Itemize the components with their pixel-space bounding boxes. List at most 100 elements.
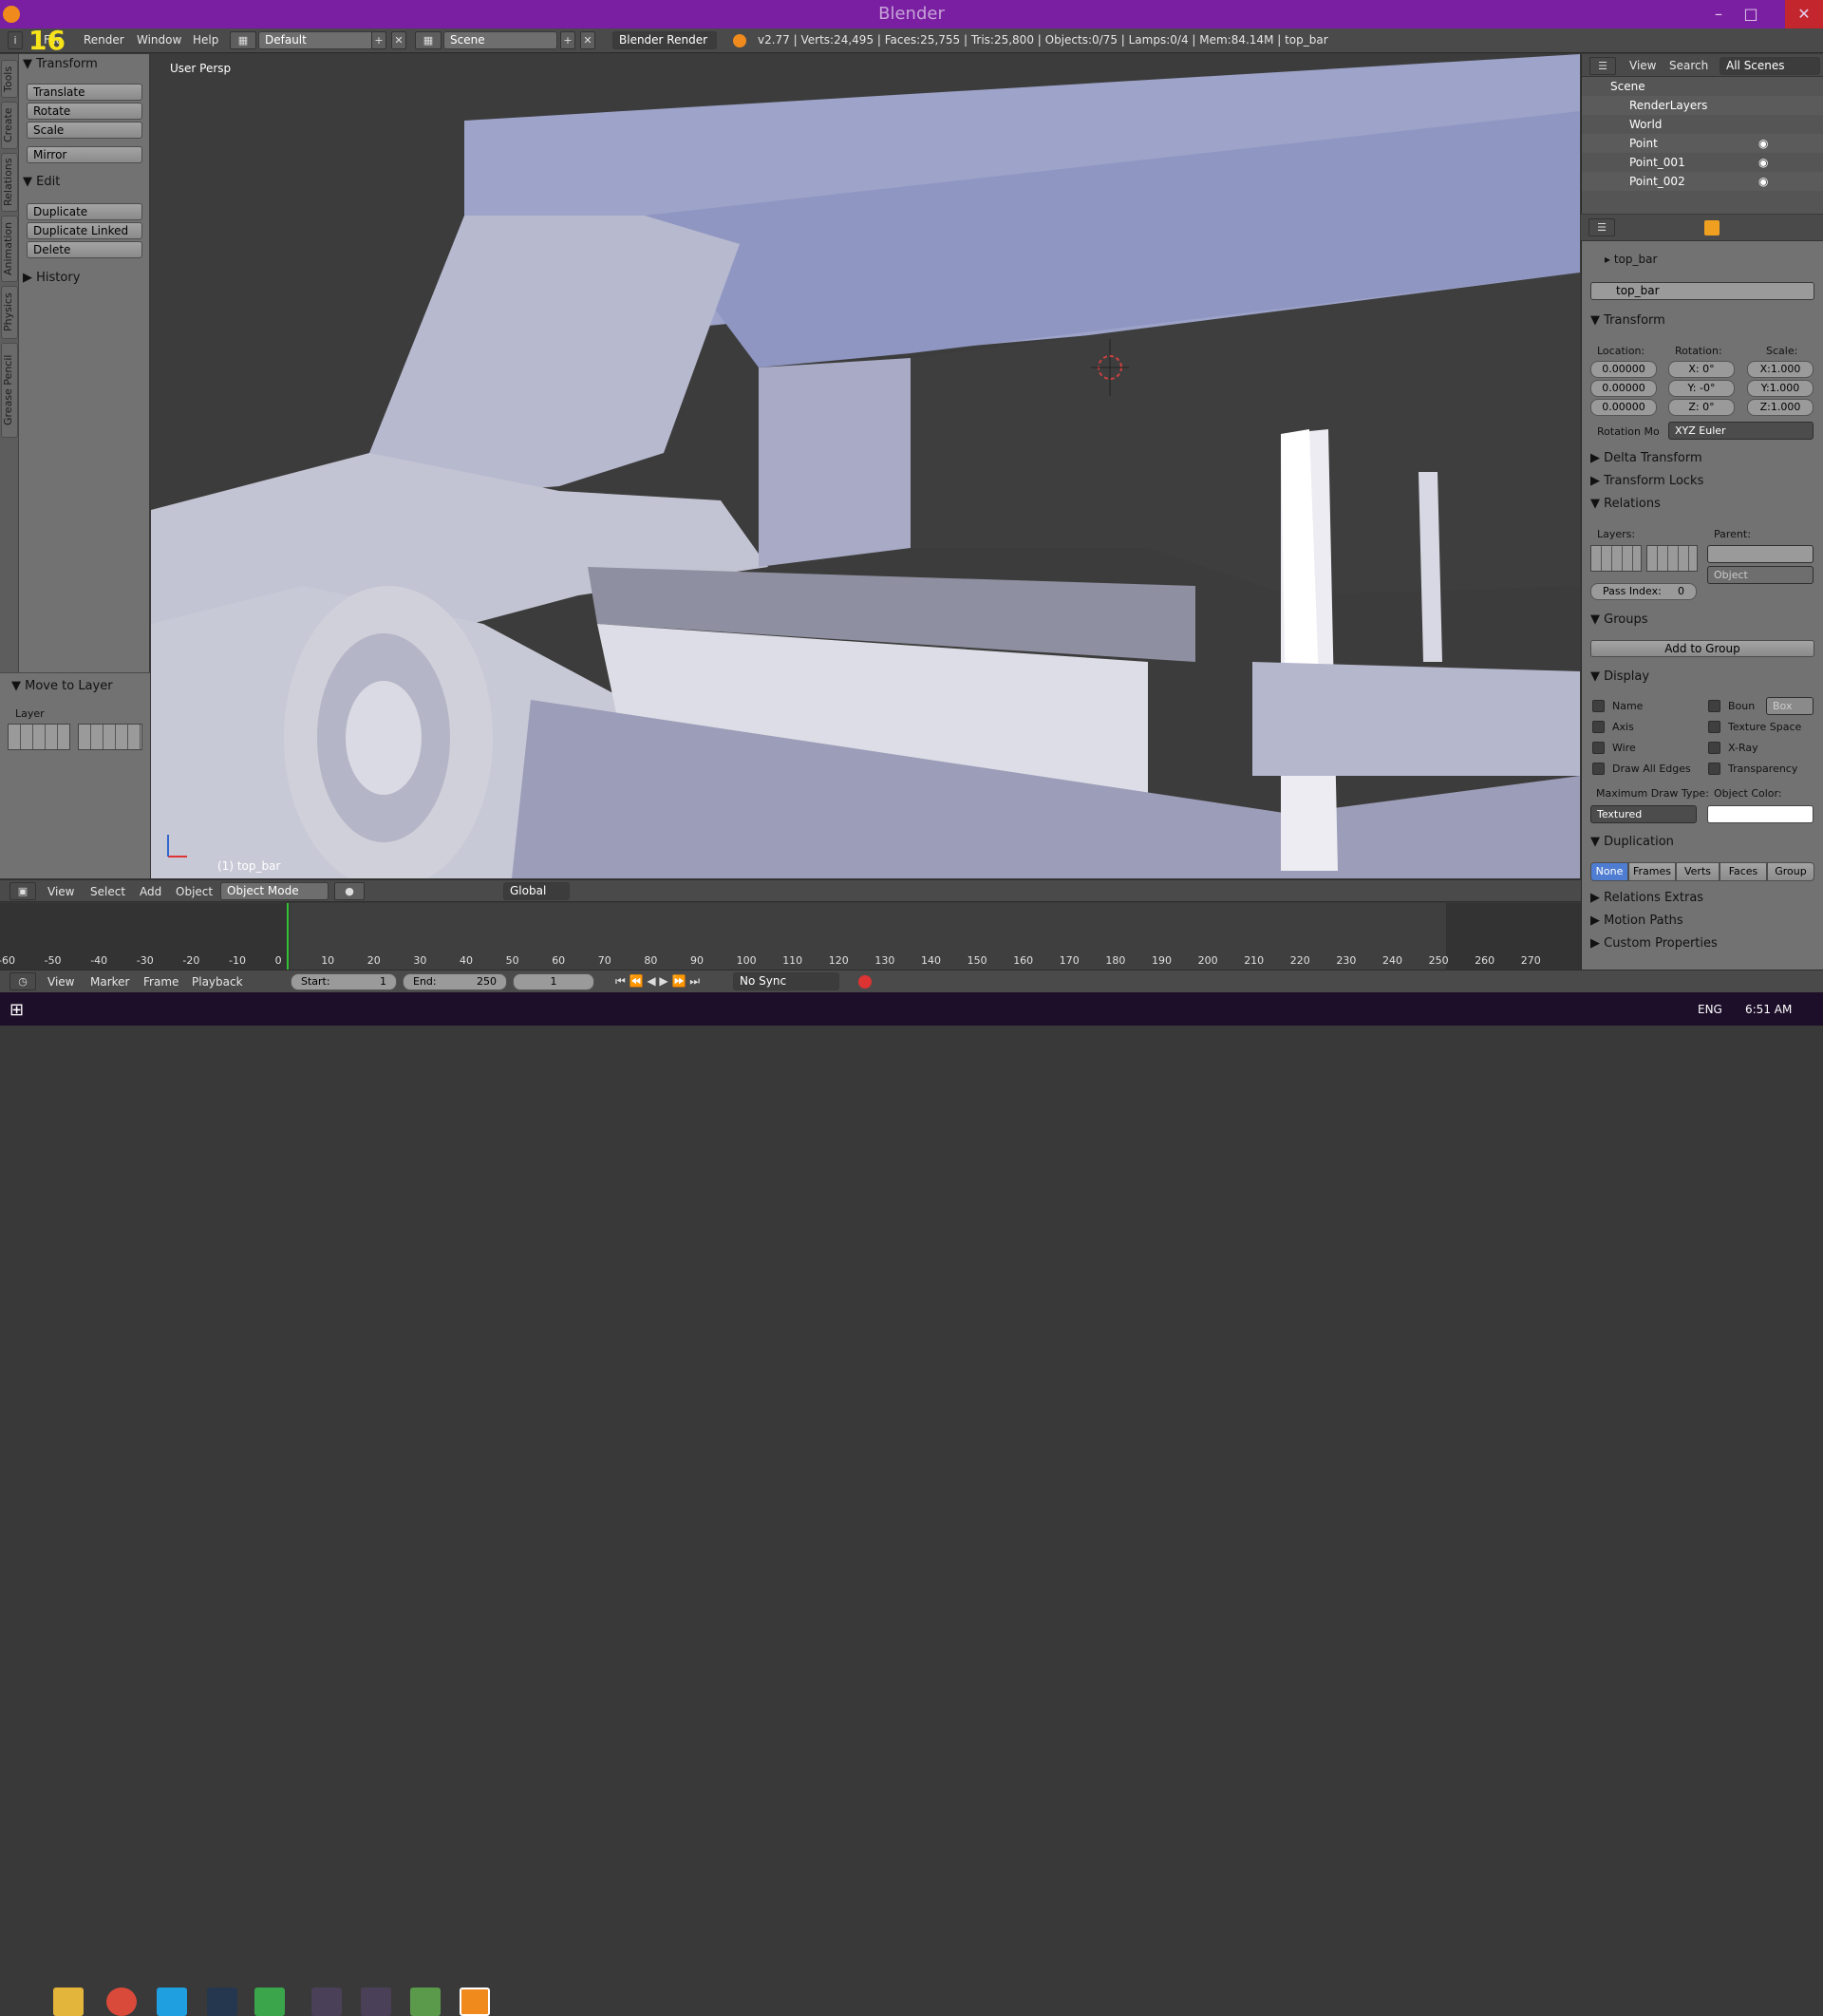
- outliner-row-point-001[interactable]: Point_001 ◉: [1582, 153, 1823, 172]
- delete-button[interactable]: Delete: [27, 241, 142, 258]
- properties-editor-icon[interactable]: ☰: [1588, 218, 1615, 236]
- skype-icon[interactable]: [157, 1988, 187, 2016]
- layout-remove-icon[interactable]: ✕: [391, 31, 406, 49]
- start-icon[interactable]: ⊞: [9, 1000, 24, 1020]
- bounds-checkbox[interactable]: [1708, 700, 1720, 712]
- outliner-row-point-002[interactable]: Point_002 ◉: [1582, 172, 1823, 191]
- viewport-shading-icon[interactable]: ●: [334, 882, 365, 900]
- outliner-row-point[interactable]: Point ◉: [1582, 134, 1823, 153]
- menu-help[interactable]: Help: [193, 33, 218, 47]
- playback-controls[interactable]: ⏮ ⏪ ◀ ▶ ⏩ ⏭: [615, 974, 710, 990]
- bounds-type-select[interactable]: Box: [1766, 697, 1814, 715]
- outliner-scope-select[interactable]: All Scenes: [1720, 57, 1820, 75]
- tab-relations[interactable]: Relations: [1, 153, 18, 212]
- sync-select[interactable]: No Sync: [733, 972, 839, 990]
- object-name-field[interactable]: top_bar: [1590, 282, 1814, 300]
- parent-field[interactable]: [1707, 545, 1814, 563]
- mirror-button[interactable]: Mirror: [27, 146, 142, 163]
- close-icon[interactable]: ✕: [1785, 0, 1823, 28]
- app-icon-4[interactable]: [410, 1988, 441, 2016]
- scale-z-field[interactable]: Z:1.000: [1747, 399, 1814, 416]
- layer-grid-right[interactable]: [78, 724, 142, 750]
- layer-grid-left[interactable]: [8, 724, 70, 750]
- duplication-header[interactable]: ▼ Duplication: [1590, 833, 1823, 852]
- location-y-field[interactable]: 0.00000: [1590, 380, 1657, 397]
- edit-panel-header[interactable]: ▼ Edit: [23, 173, 146, 192]
- app-icon-2[interactable]: [311, 1988, 342, 2016]
- xray-checkbox[interactable]: [1708, 742, 1720, 754]
- menu-add[interactable]: Add: [140, 885, 161, 898]
- move-to-layer-header[interactable]: ▼ Move to Layer: [11, 679, 113, 693]
- parent-type-select[interactable]: Object: [1707, 566, 1814, 584]
- object-layers-left[interactable]: [1590, 545, 1642, 572]
- chrome-icon[interactable]: [106, 1988, 137, 2016]
- outliner-menu-view[interactable]: View: [1629, 59, 1656, 72]
- translate-button[interactable]: Translate: [27, 84, 142, 101]
- file-explorer-icon[interactable]: [53, 1988, 84, 2016]
- timeline-editor-icon[interactable]: ◷: [9, 972, 36, 990]
- maximize-icon[interactable]: □: [1735, 0, 1767, 28]
- tab-grease-pencil[interactable]: Grease Pencil: [1, 343, 18, 438]
- location-z-field[interactable]: 0.00000: [1590, 399, 1657, 416]
- render-engine-select[interactable]: Blender Render: [612, 31, 717, 49]
- steam-icon[interactable]: [207, 1988, 237, 2016]
- scale-button[interactable]: Scale: [27, 122, 142, 139]
- scene-browse-icon[interactable]: ▦: [415, 31, 442, 49]
- duplication-none-button[interactable]: None: [1590, 862, 1628, 881]
- app-icon-3[interactable]: [361, 1988, 391, 2016]
- minimize-icon[interactable]: –: [1702, 0, 1735, 28]
- duplicate-linked-button[interactable]: Duplicate Linked: [27, 222, 142, 239]
- menu-view[interactable]: View: [47, 885, 74, 898]
- duplication-group-button[interactable]: Group: [1767, 862, 1814, 881]
- eye-icon[interactable]: ◉: [1758, 172, 1768, 191]
- rotation-mode-select[interactable]: XYZ Euler: [1668, 422, 1814, 440]
- rotation-y-field[interactable]: Y: -0°: [1668, 380, 1735, 397]
- object-tab-icon[interactable]: [1704, 220, 1720, 236]
- relations-header[interactable]: ▼ Relations: [1590, 495, 1823, 514]
- transform-section-header[interactable]: ▼ Transform: [1590, 311, 1823, 330]
- transform-panel-header[interactable]: ▼ Transform: [23, 55, 146, 74]
- object-layers-right[interactable]: [1646, 545, 1698, 572]
- duplication-faces-button[interactable]: Faces: [1720, 862, 1767, 881]
- transparency-checkbox[interactable]: [1708, 763, 1720, 775]
- wire-checkbox[interactable]: [1592, 742, 1605, 754]
- duplicate-button[interactable]: Duplicate: [27, 203, 142, 220]
- menu-object[interactable]: Object: [176, 885, 213, 898]
- timeline-menu-marker[interactable]: Marker: [90, 975, 129, 989]
- timeline-menu-view[interactable]: View: [47, 975, 74, 989]
- max-draw-type-select[interactable]: Textured: [1590, 805, 1697, 823]
- app-icon[interactable]: [254, 1988, 285, 2016]
- object-color-swatch[interactable]: [1707, 805, 1814, 823]
- transform-orientation-select[interactable]: Global: [503, 882, 570, 900]
- scale-x-field[interactable]: X:1.000: [1747, 361, 1814, 378]
- add-to-group-button[interactable]: Add to Group: [1590, 640, 1814, 657]
- timeline-menu-playback[interactable]: Playback: [192, 975, 243, 989]
- scale-y-field[interactable]: Y:1.000: [1747, 380, 1814, 397]
- history-panel-header[interactable]: ▶ History: [23, 269, 146, 288]
- eye-icon[interactable]: ◉: [1758, 134, 1768, 153]
- draw-all-edges-checkbox[interactable]: [1592, 763, 1605, 775]
- tab-create[interactable]: Create: [1, 102, 18, 149]
- menu-window[interactable]: Window: [137, 33, 181, 47]
- rotation-z-field[interactable]: Z: 0°: [1668, 399, 1735, 416]
- transform-locks-header[interactable]: ▶ Transform Locks: [1590, 472, 1823, 491]
- relations-extras-header[interactable]: ▶ Relations Extras: [1590, 889, 1823, 908]
- outliner-editor-icon[interactable]: ☰: [1589, 57, 1616, 75]
- display-header[interactable]: ▼ Display: [1590, 668, 1823, 687]
- pass-index-field[interactable]: Pass Index: 0: [1590, 583, 1697, 600]
- menu-render[interactable]: Render: [84, 33, 124, 47]
- scene-field[interactable]: Scene: [443, 31, 557, 49]
- delta-transform-header[interactable]: ▶ Delta Transform: [1590, 449, 1823, 468]
- rotation-x-field[interactable]: X: 0°: [1668, 361, 1735, 378]
- scene-remove-icon[interactable]: ✕: [580, 31, 595, 49]
- layout-add-icon[interactable]: +: [371, 31, 386, 49]
- language-indicator[interactable]: ENG: [1698, 1003, 1722, 1016]
- outliner-menu-search[interactable]: Search: [1669, 59, 1708, 72]
- duplication-frames-button[interactable]: Frames: [1628, 862, 1676, 881]
- timeline-menu-frame[interactable]: Frame: [143, 975, 179, 989]
- rotate-button[interactable]: Rotate: [27, 103, 142, 120]
- timeline-cursor[interactable]: [287, 903, 290, 970]
- mode-select[interactable]: Object Mode: [220, 882, 329, 900]
- scene-add-icon[interactable]: +: [560, 31, 575, 49]
- menu-select[interactable]: Select: [90, 885, 125, 898]
